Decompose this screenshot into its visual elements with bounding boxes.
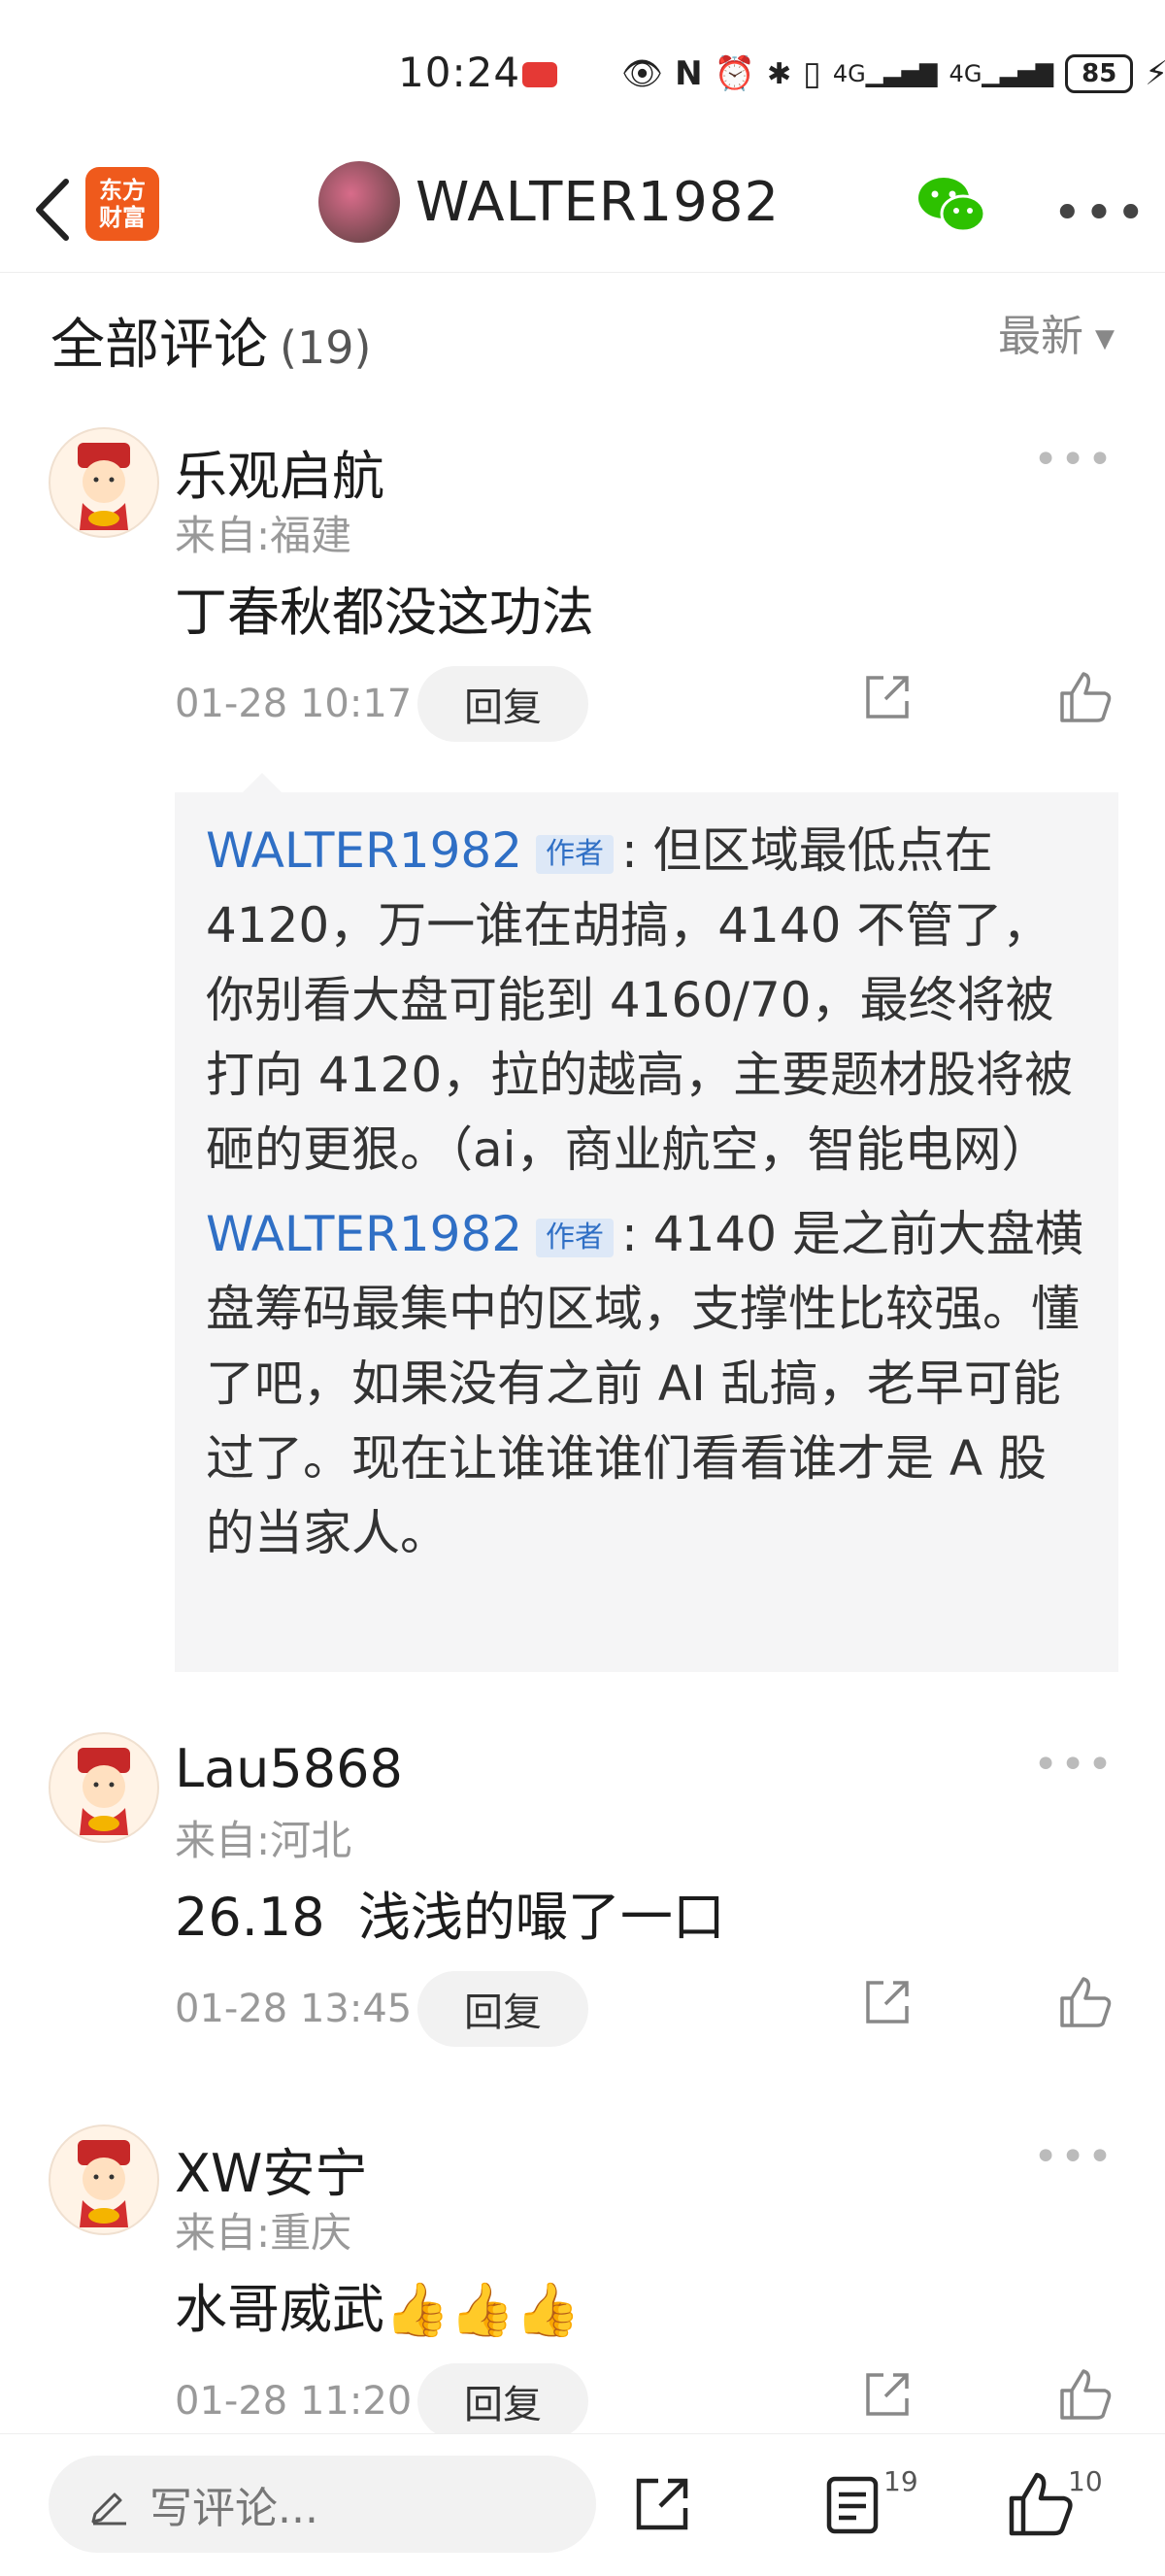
- reply-thread: WALTER1982 作者: 但区域最低点在 4120，万一谁在胡搞，4140 不…: [175, 773, 1118, 1672]
- status-time: 10:24: [398, 49, 521, 96]
- share-icon[interactable]: [860, 2367, 915, 2422]
- bluetooth-icon: ✱: [766, 56, 792, 91]
- pencil-icon: [91, 2492, 126, 2526]
- avatar[interactable]: [49, 1732, 159, 1843]
- more-options-icon[interactable]: •••: [1033, 1740, 1115, 1790]
- comment-location: 来自:重庆: [175, 2209, 352, 2257]
- status-icons: 👁 N ⏰ ✱ ▯ 4G▁▃▅▇ 4G▁▃▅▇ 85 ⚡: [621, 54, 1165, 93]
- wechat-icon[interactable]: [916, 175, 986, 237]
- comment-time: 01-28 11:20: [175, 2379, 413, 2424]
- thumbs-up-icon[interactable]: [1056, 668, 1115, 726]
- thumbs-up-icon[interactable]: [1056, 1973, 1115, 2031]
- thumbs-up-icon[interactable]: [1006, 2469, 1076, 2539]
- comment-text: 丁春秋都没这功法: [175, 582, 594, 643]
- notification-app-icon: [522, 62, 557, 87]
- logo-text-line1: 东方: [99, 177, 146, 204]
- eye-icon: 👁: [621, 54, 664, 93]
- header: 东方 财富 WALTER1982 •••: [0, 155, 1165, 273]
- reply-button[interactable]: 回复: [417, 666, 588, 742]
- caret-down-icon: ▼: [1095, 324, 1115, 353]
- comments-list-icon[interactable]: [821, 2473, 883, 2535]
- logo-text-line2: 财富: [99, 204, 146, 231]
- reply-author[interactable]: WALTER1982: [206, 1206, 522, 1262]
- caishen-avatar-icon: [78, 1748, 130, 1835]
- signal-4g-icon: 4G▁▃▅▇: [832, 60, 938, 87]
- charging-icon: ⚡: [1145, 54, 1165, 93]
- comments-title: 全部评论: [50, 314, 268, 377]
- comment-time: 01-28 10:17: [175, 682, 413, 726]
- battery-indicator: 85: [1065, 54, 1134, 93]
- avatar[interactable]: [49, 2124, 159, 2235]
- comment-author[interactable]: Lau5868: [175, 1738, 403, 1799]
- signal-4g-icon: 4G▁▃▅▇: [949, 60, 1054, 87]
- more-options-icon[interactable]: •••: [1033, 2132, 1115, 2182]
- comment-item: Lau5868 来自:河北 ••• 26.18 浅浅的嘬了一口 01-28 13…: [0, 1732, 1165, 2062]
- bottom-action-bar: 写评论... 19 10: [0, 2433, 1165, 2576]
- sort-label: 最新: [998, 312, 1083, 361]
- chevron-left-icon: [36, 179, 69, 241]
- caishen-avatar-icon: [78, 443, 130, 530]
- author-profile[interactable]: WALTER1982: [318, 161, 780, 243]
- comment-author[interactable]: 乐观启航: [175, 433, 384, 510]
- comments-header: 全部评论 (19): [50, 301, 371, 380]
- back-button[interactable]: [23, 171, 82, 249]
- caishen-avatar-icon: [78, 2140, 130, 2227]
- reply-item: WALTER1982 作者: 但区域最低点在 4120，万一谁在胡搞，4140 不…: [206, 814, 1087, 1188]
- share-icon[interactable]: [860, 670, 915, 724]
- comment-location: 来自:福建: [175, 512, 352, 559]
- comment-text: 26.18 浅浅的嘬了一口: [175, 1887, 725, 1948]
- comment-count-badge: 19: [883, 2465, 918, 2497]
- like-count-badge: 10: [1068, 2465, 1103, 2497]
- avatar[interactable]: [318, 161, 400, 243]
- alarm-icon: ⏰: [714, 54, 755, 93]
- author-badge: 作者: [536, 834, 615, 874]
- share-icon[interactable]: [860, 1975, 915, 2029]
- reply-item: WALTER1982 作者: 4140 是之前大盘横盘筹码最集中的区域，支撑性比较…: [206, 1197, 1087, 1571]
- comment-input-placeholder: 写评论...: [150, 2484, 318, 2533]
- comment-time: 01-28 13:45: [175, 1987, 413, 2031]
- vibrate-icon: ▯: [803, 54, 821, 93]
- reply-button[interactable]: 回复: [417, 1971, 588, 2047]
- avatar[interactable]: [49, 427, 159, 538]
- thumbs-up-icon[interactable]: [1056, 2365, 1115, 2424]
- more-options-icon[interactable]: •••: [1033, 435, 1115, 485]
- author-name[interactable]: WALTER1982: [416, 171, 780, 234]
- comment-input[interactable]: 写评论...: [49, 2456, 596, 2553]
- app-logo[interactable]: 东方 财富: [85, 167, 159, 241]
- comment-location: 来自:河北: [175, 1817, 352, 1864]
- sort-dropdown[interactable]: 最新 ▼: [998, 301, 1115, 363]
- comments-count: (19): [280, 321, 372, 374]
- comment-author[interactable]: XW安宁: [175, 2130, 367, 2207]
- comment-text: 水哥威武👍👍👍: [175, 2279, 581, 2340]
- more-options-icon[interactable]: •••: [1052, 184, 1148, 243]
- status-bar: 10:24 👁 N ⏰ ✱ ▯ 4G▁▃▅▇ 4G▁▃▅▇ 85 ⚡: [0, 0, 1165, 155]
- reply-button[interactable]: 回复: [417, 2363, 588, 2439]
- reply-author[interactable]: WALTER1982: [206, 822, 522, 879]
- comment-item: XW安宁 来自:重庆 ••• 水哥威武👍👍👍 01-28 11:20 回复: [0, 2124, 1165, 2439]
- nfc-icon: N: [675, 54, 703, 93]
- author-badge: 作者: [536, 1218, 615, 1257]
- share-icon[interactable]: [631, 2473, 693, 2535]
